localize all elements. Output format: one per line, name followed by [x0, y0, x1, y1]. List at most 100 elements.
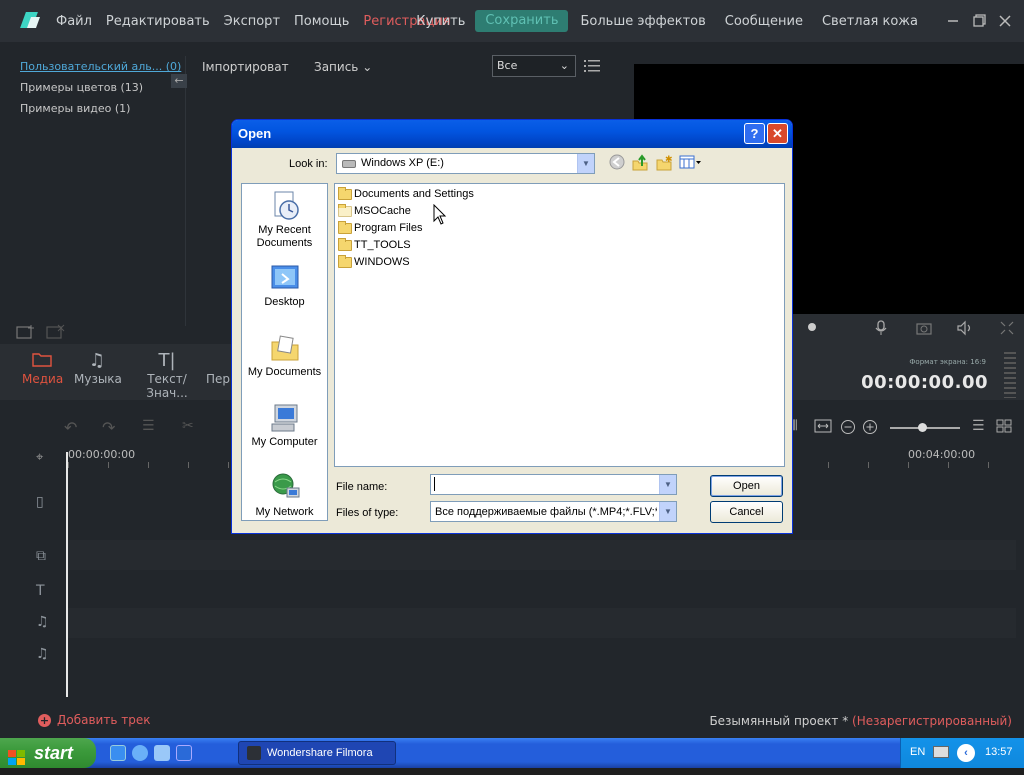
chevron-down-icon[interactable]: ▼ [659, 475, 676, 494]
show-hidden-icons-icon[interactable]: ‹ [957, 744, 975, 762]
keyboard-icon[interactable] [933, 746, 949, 758]
dialog-close-button[interactable]: ✕ [767, 123, 788, 144]
quicklaunch-app-icon[interactable] [154, 745, 170, 761]
taskbar-item-filmora[interactable]: Wondershare Filmora [238, 741, 396, 765]
chevron-down-icon[interactable]: ▼ [577, 154, 594, 173]
place-recent[interactable]: My Recent Documents [242, 190, 327, 250]
quicklaunch-app-icon[interactable] [176, 745, 192, 761]
library-item-color-samples[interactable]: Примеры цветов (13) [20, 81, 143, 94]
tab-media-label: Медиа [22, 372, 64, 386]
file-type-select[interactable]: Все поддерживаемые файлы (*.MP4;*.FLV;*.… [430, 501, 677, 522]
minimize-icon[interactable] [946, 14, 960, 28]
delete-folder-icon[interactable] [46, 324, 66, 343]
record-dropdown[interactable]: Запись ⌄ [314, 60, 372, 74]
open-button[interactable]: Open [710, 475, 783, 497]
add-folder-icon[interactable] [16, 324, 36, 343]
dialog-body: Look in: Windows XP (E:) ▼ ✱ My Recent D… [235, 148, 789, 531]
cut-icon[interactable]: ✂ [182, 418, 194, 434]
my-network-icon [269, 472, 301, 504]
list-view-icon[interactable] [584, 59, 600, 73]
dialog-title[interactable]: Open [232, 120, 792, 148]
light-skin-link[interactable]: Светлая кожа [822, 14, 918, 29]
place-my-documents[interactable]: My Documents [242, 332, 327, 379]
my-computer-icon [269, 402, 301, 434]
back-icon[interactable] [608, 154, 626, 172]
place-recent-label: My Recent Documents [256, 224, 313, 249]
unregistered-label[interactable]: (Незарегистрированный) [852, 714, 1012, 728]
save-button[interactable]: Сохранить [475, 10, 569, 32]
look-in-combo[interactable]: Windows XP (E:) ▼ [336, 153, 595, 174]
media-player-icon[interactable] [132, 745, 148, 761]
menubar-right: Купить Сохранить Больше эффектов Сообщен… [416, 0, 1024, 42]
volume-icon[interactable] [956, 320, 974, 339]
new-folder-icon[interactable]: ✱ [655, 154, 673, 172]
redo-icon[interactable]: ↷ [102, 418, 115, 437]
menu-export[interactable]: Экспорт [224, 14, 280, 29]
import-button[interactable]: Імпортироват [202, 60, 289, 74]
microphone-icon[interactable] [874, 320, 888, 339]
settings-list-icon[interactable]: ☰ [142, 418, 155, 434]
tab-text[interactable]: T| Текст/Знач... [130, 350, 204, 400]
desktop-icon [269, 262, 301, 294]
record-dot-icon[interactable] [808, 323, 816, 331]
list-item[interactable]: Documents and Settings [338, 186, 474, 202]
menu-help[interactable]: Помощь [294, 14, 349, 29]
snapshot-icon[interactable] [916, 321, 932, 338]
list-item[interactable]: MSOCache [338, 203, 411, 219]
cancel-button[interactable]: Cancel [710, 501, 783, 523]
start-button[interactable]: start [0, 738, 96, 768]
ruler-start: 00:00:00:00 [68, 448, 136, 461]
help-button[interactable]: ? [744, 123, 765, 144]
tab-text-label: Текст/Знач... [146, 372, 188, 400]
tab-transitions[interactable]: Пер [206, 350, 232, 386]
audio-track-2[interactable] [66, 640, 1016, 670]
zoom-out-icon[interactable] [840, 419, 856, 438]
list-item[interactable]: WINDOWS [338, 254, 410, 270]
file-name-label: File name: [336, 481, 388, 493]
tab-media[interactable]: Медиа [22, 350, 64, 386]
language-indicator[interactable]: EN [910, 746, 925, 758]
place-my-network[interactable]: My Network [242, 472, 327, 519]
fullscreen-icon[interactable] [1000, 321, 1014, 338]
close-icon[interactable] [998, 14, 1012, 28]
back-arrow-icon[interactable]: ← [171, 74, 187, 88]
drive-icon [342, 160, 356, 168]
buy-link[interactable]: Купить [416, 14, 465, 29]
volume-meter [1004, 352, 1016, 398]
aspect-ratio-label: Формат экрана: 16:9 [909, 358, 986, 366]
audio-track-1[interactable] [66, 608, 1016, 638]
file-list[interactable]: Documents and Settings MSOCache Program … [334, 183, 785, 467]
menu-edit[interactable]: Редактировать [106, 14, 210, 29]
file-name-input[interactable]: ▼ [430, 474, 677, 495]
snap-icon[interactable]: ⌖ [36, 450, 43, 465]
add-track-button[interactable]: + Добавить трек [38, 713, 150, 727]
playhead[interactable] [66, 452, 68, 697]
undo-icon[interactable]: ↶ [64, 418, 77, 437]
zoom-in-icon[interactable] [862, 419, 878, 438]
maximize-icon[interactable] [972, 14, 986, 28]
fit-timeline-icon[interactable] [814, 419, 832, 436]
more-effects-link[interactable]: Больше эффектов [580, 14, 705, 29]
folder-icon [338, 254, 352, 268]
track-list-icon[interactable]: ☰ [972, 418, 985, 434]
internet-explorer-icon[interactable] [110, 745, 126, 761]
place-my-computer[interactable]: My Computer [242, 402, 327, 449]
library-item-user-album[interactable]: Пользовательский аль... (0) [20, 60, 181, 73]
grid-view-icon[interactable] [996, 419, 1012, 436]
list-item[interactable]: Program Files [338, 220, 422, 236]
view-menu-icon[interactable] [679, 154, 703, 172]
up-folder-icon[interactable] [631, 154, 649, 172]
library-item-video-samples[interactable]: Примеры видео (1) [20, 102, 130, 115]
folder-icon [338, 186, 352, 200]
message-link[interactable]: Сообщение [725, 14, 803, 29]
chevron-down-icon[interactable]: ▼ [659, 502, 676, 521]
system-tray: EN ‹ 13:57 [900, 738, 1024, 768]
tab-music[interactable]: ♫ Музыка [74, 350, 122, 386]
menu-file[interactable]: Файл [56, 14, 92, 29]
video-track-overlay[interactable] [66, 540, 1016, 570]
zoom-slider-handle[interactable] [918, 423, 927, 432]
text-track[interactable] [66, 576, 1016, 606]
list-item[interactable]: TT_TOOLS [338, 237, 411, 253]
filter-select[interactable]: Все ⌄ [492, 55, 576, 77]
place-desktop[interactable]: Desktop [242, 262, 327, 309]
